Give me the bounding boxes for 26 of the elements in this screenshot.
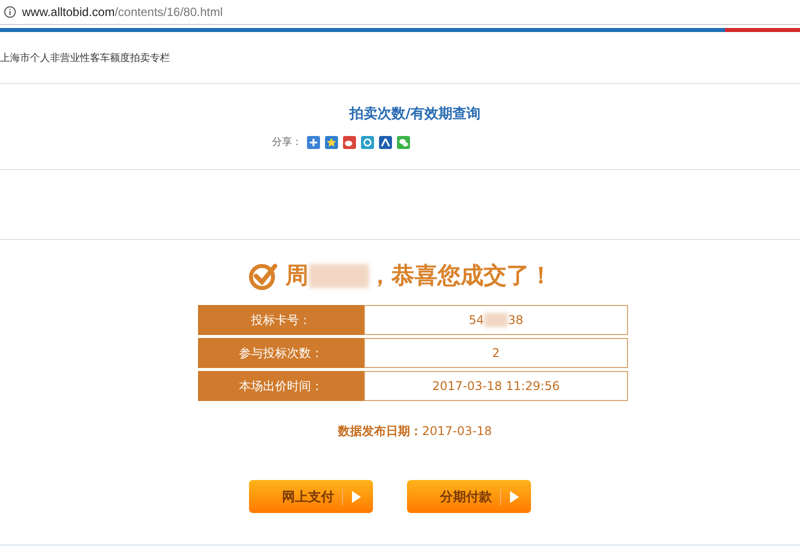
page-title: 拍卖次数/有效期查询 [348,105,482,123]
pay-button[interactable]: 分期付款 [407,480,531,513]
share-icon[interactable] [343,136,356,148]
share-icon[interactable] [379,136,392,148]
share-icon[interactable] [307,136,320,148]
row-value: 2 [364,338,628,368]
play-icon [351,490,361,502]
greeting-name: 周 [286,262,308,291]
row-label: 本场出价时间： [198,371,364,401]
row-value: 54 38 [364,305,628,335]
row-label: 参与投标次数： [198,338,364,368]
share-icon[interactable] [325,136,338,148]
publish-date: 数据发布日期：2017-03-18 [336,423,493,440]
info-icon[interactable] [4,6,16,18]
row-value: 2017-03-18 11:29:56 [364,371,628,401]
share-label: 分享： [272,136,302,149]
play-icon [509,490,519,502]
address-bar[interactable]: www.alltobid.com/contents/16/80.html [0,0,800,25]
share-icon[interactable] [361,136,374,148]
greeting-text: ，恭喜您成交了！ [368,262,552,291]
redaction-blur [308,264,368,288]
pay-button[interactable]: 网上支付 [249,480,373,513]
share-icon[interactable] [397,136,410,148]
breadcrumb: 上海市个人非营业性客车额度拍卖专栏 [0,52,171,65]
url-text: www.alltobid.com/contents/16/80.html [22,5,223,19]
row-label: 投标卡号： [198,305,364,335]
